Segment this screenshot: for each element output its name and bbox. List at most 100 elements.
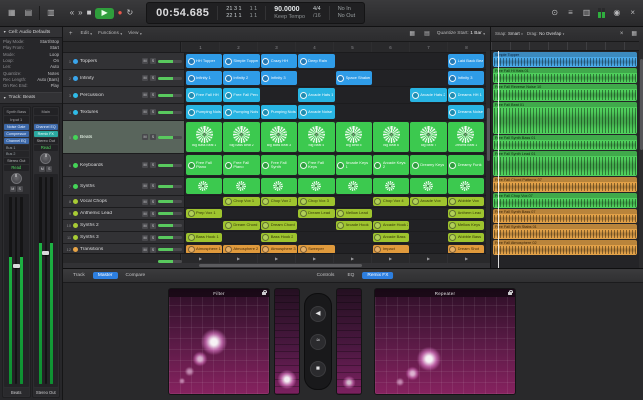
cell-inspector-header[interactable]: ▼ Cell: Audio Defaults <box>0 26 62 38</box>
loop-cell[interactable]: Infinity 2 <box>223 71 259 85</box>
loop-cell[interactable] <box>373 178 409 194</box>
lcd-display[interactable]: 00:54.685 21 3 1 22 1 1 1 1 1 1 90.0000 … <box>146 2 365 24</box>
audio-region[interactable]: Free Fall Synth Stabs 01 <box>493 224 637 239</box>
audio-region[interactable]: Free Fall Atmosphere 02 <box>493 240 637 255</box>
loop-cell[interactable]: Space Shakers 1 <box>336 71 372 85</box>
playhead[interactable] <box>498 51 499 268</box>
plugin-slot[interactable]: Remix FX <box>34 131 59 137</box>
loop-cell[interactable]: Big Bass Beat 2 <box>223 122 259 152</box>
list-editors-icon[interactable]: ≡ <box>566 8 575 18</box>
track-header[interactable]: 8 Vocal Chops M S <box>62 196 185 207</box>
loop-cell[interactable]: Arcade Noise 1 <box>298 105 334 119</box>
mute-button[interactable]: M <box>142 134 148 140</box>
loop-cell[interactable] <box>410 178 446 194</box>
loop-cell[interactable]: Dreams HH 1 <box>448 88 484 102</box>
loop-cell[interactable]: Infinity 1 <box>186 71 222 85</box>
column-number[interactable]: 3 <box>257 42 295 52</box>
snap-menu[interactable]: Snap: Smart ▾ <box>495 31 523 36</box>
loop-cell[interactable]: Arcade Keys 2 <box>373 155 409 175</box>
mute-button[interactable]: M <box>142 247 148 253</box>
loop-cell[interactable]: Arcade Hook 1 <box>336 221 372 230</box>
forward-button[interactable]: » <box>78 9 82 17</box>
plugin-slot[interactable]: Compressor <box>4 131 29 137</box>
input-slot[interactable] <box>34 116 59 123</box>
track-volume-slider[interactable] <box>158 111 182 114</box>
mute-button[interactable]: M <box>142 199 148 205</box>
zoom-icon[interactable]: ▦ <box>629 30 639 38</box>
lock-icon[interactable] <box>508 292 512 296</box>
inspector-row[interactable]: Rec Length: Auto (Bars) <box>3 78 59 83</box>
loop-cell[interactable]: Free Fall Keys <box>298 155 334 175</box>
fader-cap[interactable] <box>13 264 20 268</box>
mute-button[interactable]: M <box>142 92 148 98</box>
column-number[interactable]: 2 <box>219 42 257 52</box>
loop-cell[interactable]: Free Fall Perc <box>223 88 259 102</box>
inspector-row[interactable]: Play Mode: Start/Stop <box>3 40 59 45</box>
channel-tab[interactable]: Master <box>93 272 118 279</box>
loop-cell[interactable] <box>186 178 222 194</box>
scene-trigger-button[interactable]: ▶ <box>295 254 333 263</box>
loop-cell[interactable]: Arcade Hats 1 <box>298 88 334 102</box>
track-header[interactable]: 4 Textures M S <box>62 104 185 120</box>
track-volume-slider[interactable] <box>158 200 182 203</box>
quantize-start-menu[interactable]: Quantize Start: 1 Bar ▾ <box>437 31 485 36</box>
loop-cell[interactable]: Big Bass Beat 3 <box>261 122 297 152</box>
inspector-row[interactable]: Mode: Loop <box>3 53 59 58</box>
track-volume-slider[interactable] <box>158 185 182 188</box>
loop-cell[interactable]: Dreamy Funk <box>448 155 484 175</box>
loop-cell[interactable]: Free Fall Piano <box>223 155 259 175</box>
scene-trigger-button[interactable]: ▶ <box>219 254 257 263</box>
plugin-slot[interactable]: Channel EQ <box>4 138 29 144</box>
track-volume-slider[interactable] <box>158 212 182 215</box>
drag-menu[interactable]: Drag: No Overlap ▾ <box>527 31 565 36</box>
loop-cell[interactable]: Dreams Beat 1 <box>448 122 484 152</box>
solo-button[interactable]: S <box>150 75 156 81</box>
loop-cell[interactable] <box>448 178 484 194</box>
track-header[interactable]: 11 Synths 3 M S <box>62 232 185 243</box>
loop-cell[interactable]: Bass Hook 2 <box>261 233 297 242</box>
track-volume-slider[interactable] <box>158 60 182 63</box>
loop-cell[interactable] <box>298 178 334 194</box>
scene-trigger-button[interactable]: ▶ <box>257 254 295 263</box>
loop-cell[interactable]: Chop Vox 3 <box>298 197 334 206</box>
scene-trigger-button[interactable]: ▶ <box>409 254 447 263</box>
audio-region[interactable]: Free Fall Synth Bass 01 <box>493 135 637 150</box>
mute-button[interactable]: M <box>142 183 148 189</box>
record-button[interactable]: ● <box>118 9 123 17</box>
loop-cell[interactable]: Arcade Vox <box>410 197 446 206</box>
loop-cell[interactable]: Chop Vox 1 <box>223 197 259 206</box>
loop-cell[interactable]: Infinity 3 <box>261 71 297 85</box>
loop-cell[interactable]: Bass Hook 1 <box>186 233 222 242</box>
solo-button[interactable]: S <box>150 58 156 64</box>
loop-cell[interactable]: Mellow Keys <box>448 221 484 230</box>
loop-cell[interactable]: Prep Vox 1 <box>186 209 222 218</box>
column-number[interactable]: 7 <box>409 42 447 52</box>
loop-cell[interactable]: Dream Chord 2 <box>261 221 297 230</box>
audio-region[interactable]: Free Fall Reverse Noise 10 <box>493 84 637 101</box>
loop-cell[interactable]: Crazy HH <box>261 54 297 68</box>
output-slot[interactable]: Stereo Out <box>34 138 59 144</box>
solo-button[interactable]: S <box>150 109 156 115</box>
channel-tab[interactable]: Compare <box>121 272 151 279</box>
track-volume-slider[interactable] <box>158 248 182 251</box>
solo-button[interactable]: S <box>150 183 156 189</box>
input-slot[interactable]: Input 1 <box>4 116 29 123</box>
loop-cell[interactable]: Free Fall Synth <box>261 155 297 175</box>
solo-button[interactable]: S <box>150 199 156 205</box>
close-icon[interactable]: × <box>628 8 637 18</box>
solo-button[interactable]: S <box>150 223 156 229</box>
view-tab[interactable]: Controls <box>312 272 340 279</box>
scrollbar-thumb[interactable] <box>640 59 643 150</box>
column-number[interactable]: 4 <box>295 42 333 52</box>
loop-cell[interactable]: Big Beat 7 <box>410 122 446 152</box>
audio-region[interactable]: Free Fall Synth Lead 01 <box>493 151 637 176</box>
loop-cell[interactable]: Dreams Noise <box>448 105 484 119</box>
mute-button[interactable]: M <box>142 235 148 241</box>
repeater-xy-pad[interactable]: Repeater <box>374 288 516 395</box>
functions-menu[interactable]: Functions ▾ <box>98 31 122 36</box>
send-slot[interactable]: Bus 1 <box>4 145 29 151</box>
bar-ruler[interactable] <box>491 42 643 51</box>
audio-region[interactable]: Free Fall Synth Bass 07 <box>493 209 637 223</box>
audio-region[interactable]: Free Fall Beat 01 <box>493 102 637 134</box>
solo-button[interactable]: S <box>150 134 156 140</box>
